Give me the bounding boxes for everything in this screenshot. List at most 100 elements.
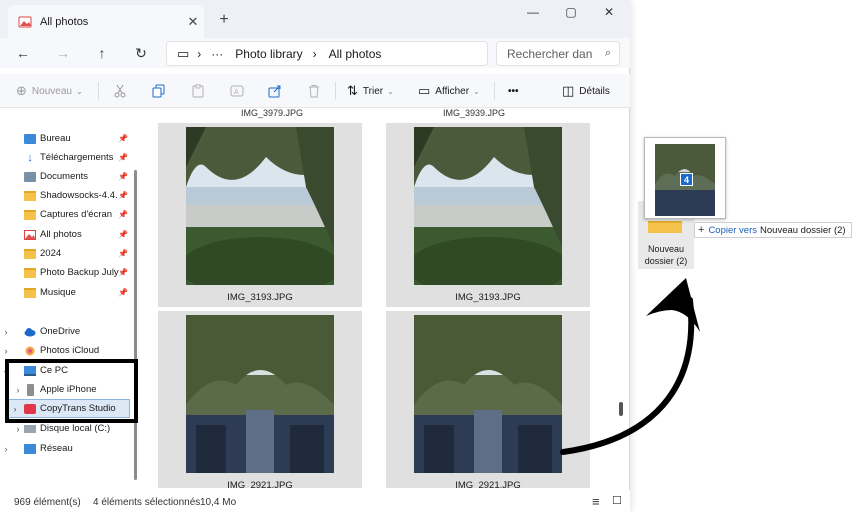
more-options-button[interactable]: ••• bbox=[508, 82, 519, 100]
chevron-right-icon[interactable]: › bbox=[12, 424, 24, 434]
svg-text:A: A bbox=[234, 88, 239, 96]
search-placeholder: Rechercher dan bbox=[507, 46, 593, 61]
back-button[interactable]: ← bbox=[12, 43, 34, 63]
folder-label-line1: Nouveau bbox=[647, 244, 685, 254]
file-name: IMG_2921.JPG bbox=[455, 480, 521, 488]
sidebar-item-photo-backup[interactable]: Photo Backup July 📌 bbox=[0, 263, 132, 282]
toolbar-divider bbox=[494, 82, 495, 100]
chevron-right-icon[interactable]: › bbox=[0, 444, 12, 454]
drag-preview: 4 bbox=[644, 137, 726, 219]
status-bar: 969 élément(s) 4 éléments sélectionnés 1… bbox=[0, 490, 630, 512]
folder-icon bbox=[24, 190, 36, 201]
tooltip-target: Nouveau dossier (2) bbox=[760, 224, 846, 236]
photo-thumbnail bbox=[414, 127, 562, 285]
sidebar-item-telechargements[interactable]: ↓ Téléchargements 📌 bbox=[0, 148, 132, 167]
sort-button[interactable]: ⇅ Trier ⌄ bbox=[347, 82, 394, 100]
file-name-partial: IMG_3939.JPG bbox=[442, 108, 506, 118]
sidebar-item-2024[interactable]: 2024 📌 bbox=[0, 244, 132, 263]
share-button[interactable] bbox=[268, 82, 282, 100]
refresh-button[interactable]: ↻ bbox=[130, 43, 152, 63]
toolbar-divider bbox=[335, 82, 336, 100]
sidebar-item-shadowsocks[interactable]: Shadowsocks-4.4. 📌 bbox=[0, 186, 132, 205]
highlight-annotation-box bbox=[5, 359, 138, 423]
tile-view-icon[interactable]: ☐ bbox=[612, 494, 622, 507]
photos-icon bbox=[24, 229, 36, 240]
pin-icon: 📌 bbox=[118, 230, 128, 239]
copy-button[interactable] bbox=[152, 82, 166, 100]
breadcrumb-photo-library[interactable]: Photo library bbox=[235, 47, 302, 61]
details-button-label: Détails bbox=[579, 85, 610, 97]
new-tab-button[interactable]: + bbox=[214, 10, 234, 30]
address-bar[interactable]: ▭ › ··· Photo library › All photos bbox=[166, 41, 488, 66]
documents-icon bbox=[24, 171, 36, 182]
address-row: ← → ↑ ↻ ▭ › ··· Photo library › All phot… bbox=[0, 38, 630, 68]
sidebar-scrollbar[interactable] bbox=[134, 170, 137, 480]
up-button[interactable]: ↑ bbox=[91, 43, 113, 63]
plus-circle-icon: ⊕ bbox=[16, 83, 27, 98]
count-badge: 4 bbox=[680, 173, 693, 186]
folder-icon bbox=[24, 209, 36, 220]
tab-title: All photos bbox=[40, 15, 89, 28]
item-count: 969 élément(s) bbox=[14, 497, 81, 508]
copy-tooltip: + Copier vers Nouveau dossier (2) bbox=[694, 222, 852, 238]
sidebar-item-all-photos[interactable]: All photos 📌 bbox=[0, 225, 132, 244]
rename-icon: A bbox=[230, 85, 244, 97]
folder-icon bbox=[24, 248, 36, 259]
sidebar-item-label: Téléchargements bbox=[40, 152, 114, 163]
tab-close-icon[interactable]: ✕ bbox=[182, 14, 204, 30]
chevron-right-icon[interactable]: › bbox=[0, 346, 12, 356]
sidebar-item-onedrive[interactable]: › OneDrive bbox=[0, 322, 132, 341]
search-icon: ⌕ bbox=[604, 47, 611, 59]
cut-button[interactable] bbox=[113, 82, 127, 100]
close-window-button[interactable]: ✕ bbox=[591, 3, 627, 21]
sidebar-item-label: Photo Backup July bbox=[40, 267, 119, 278]
chevron-right-icon[interactable]: › bbox=[0, 327, 12, 337]
photo-thumbnail bbox=[414, 315, 562, 473]
photo-thumbnail bbox=[186, 127, 334, 285]
sidebar-item-musique[interactable]: Musique 📌 bbox=[0, 283, 132, 302]
file-name: IMG_2921.JPG bbox=[227, 480, 293, 488]
details-button[interactable]: ◫ Détails bbox=[562, 82, 610, 100]
pin-icon: 📌 bbox=[118, 191, 128, 200]
sort-button-label: Trier bbox=[362, 85, 384, 97]
file-tile[interactable]: IMG_2921.JPG bbox=[158, 311, 362, 488]
chevron-down-icon: ⌄ bbox=[387, 86, 394, 96]
toolbar-divider bbox=[98, 82, 99, 100]
title-bar: All photos ✕ + — ▢ ✕ bbox=[0, 0, 630, 38]
file-tile[interactable]: IMG_3193.JPG bbox=[386, 123, 590, 307]
tab-all-photos[interactable]: All photos ✕ bbox=[8, 5, 204, 38]
sidebar-item-label: Réseau bbox=[40, 443, 73, 454]
new-button[interactable]: ⊕ Nouveau ⌄ bbox=[16, 82, 83, 100]
sidebar-item-documents[interactable]: Documents 📌 bbox=[0, 167, 132, 186]
sidebar-item-label: Documents bbox=[40, 171, 89, 182]
new-button-label: Nouveau bbox=[31, 85, 72, 97]
delete-button[interactable] bbox=[307, 82, 321, 100]
plus-icon: + bbox=[698, 224, 705, 236]
content-scrollbar[interactable] bbox=[619, 402, 623, 416]
sidebar-item-captures[interactable]: Captures d'écran 📌 bbox=[0, 205, 132, 224]
breadcrumb-all-photos[interactable]: All photos bbox=[329, 47, 382, 61]
sidebar-item-reseau[interactable]: › Réseau bbox=[0, 439, 132, 458]
maximize-button[interactable]: ▢ bbox=[553, 3, 589, 21]
forward-button[interactable]: → bbox=[52, 43, 74, 63]
file-explorer-window: All photos ✕ + — ▢ ✕ ← → ↑ ↻ ▭ › ··· Pho… bbox=[0, 0, 630, 512]
file-name-partial: IMG_3979.JPG bbox=[240, 108, 304, 118]
network-icon bbox=[24, 443, 36, 454]
chevron-down-icon: ⌄ bbox=[75, 86, 83, 96]
minimize-button[interactable]: — bbox=[515, 3, 551, 21]
sidebar-item-icloud[interactable]: › Photos iCloud bbox=[0, 341, 132, 360]
sidebar-item-bureau[interactable]: Bureau 📌 bbox=[0, 129, 132, 148]
breadcrumb-separator: › bbox=[312, 46, 317, 61]
search-input[interactable]: Rechercher dan ⌕ bbox=[496, 41, 620, 66]
photo-thumbnail bbox=[186, 315, 334, 473]
rename-button[interactable]: A bbox=[230, 82, 244, 100]
file-tile[interactable]: IMG_3193.JPG bbox=[158, 123, 362, 307]
paste-button[interactable] bbox=[191, 82, 205, 100]
list-view-icon[interactable]: ≡ bbox=[592, 494, 600, 509]
breadcrumb-separator: › bbox=[197, 46, 202, 61]
file-grid: IMG_3979.JPG IMG_3939.JPG IMG_3193.JPG I… bbox=[140, 108, 628, 488]
breadcrumb-ellipsis[interactable]: ··· bbox=[211, 47, 223, 61]
share-icon bbox=[268, 85, 281, 98]
view-button[interactable]: ▭ Afficher ⌄ bbox=[418, 82, 480, 100]
file-tile[interactable]: IMG_2921.JPG bbox=[386, 311, 590, 488]
